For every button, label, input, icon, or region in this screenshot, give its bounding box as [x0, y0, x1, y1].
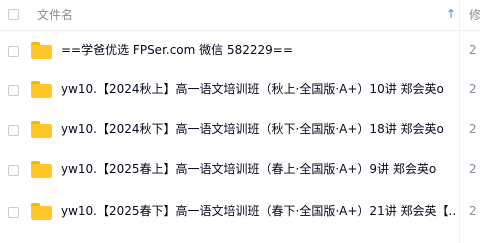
select-all-checkbox[interactable] — [8, 9, 19, 20]
file-row[interactable]: yw10.【2024秋下】高一语文培训班（秋下·全国版·A+）18讲 郑会英o … — [0, 110, 480, 149]
file-name[interactable]: yw10.【2025春上】高一语文培训班（春上·全国版·A+）9讲 郑会英o — [61, 161, 436, 178]
column-header-filename[interactable]: 文件名 — [37, 7, 73, 23]
file-modified: 2 — [469, 43, 477, 57]
file-row[interactable]: yw10.【2024秋上】高一语文培训班（秋上·全国版·A+）10讲 郑会英o … — [0, 70, 480, 109]
file-modified: 2 — [469, 204, 477, 218]
file-row[interactable]: yw10.【2025春下】高一语文培训班（春下·全国版·A+）21讲 郑会英【.… — [0, 192, 480, 231]
row-checkbox[interactable] — [8, 46, 19, 57]
file-name[interactable]: ==学爸优选 FPSer.com 微信 582229== — [61, 42, 293, 59]
file-modified: 2 — [469, 122, 477, 136]
file-modified: 2 — [469, 82, 477, 96]
folder-icon — [31, 121, 52, 138]
row-checkbox[interactable] — [8, 207, 19, 218]
row-checkbox[interactable] — [8, 125, 19, 136]
file-row[interactable]: ==学爸优选 FPSer.com 微信 582229== 2 — [0, 31, 480, 70]
row-checkbox[interactable] — [8, 165, 19, 176]
file-modified: 2 — [469, 162, 477, 176]
folder-icon — [31, 161, 52, 178]
folder-icon — [31, 203, 52, 220]
file-row[interactable]: yw10.【2025春上】高一语文培训班（春上·全国版·A+）9讲 郑会英o 2 — [0, 150, 480, 189]
column-header-modified[interactable]: 修 — [469, 7, 480, 23]
file-name[interactable]: yw10.【2024秋下】高一语文培训班（秋下·全国版·A+）18讲 郑会英o — [61, 121, 444, 138]
file-list-header: 文件名 ↑ 修 — [0, 0, 480, 31]
folder-icon — [31, 42, 52, 59]
arrow-up-icon[interactable]: ↑ — [446, 6, 456, 22]
file-name[interactable]: yw10.【2025春下】高一语文培训班（春下·全国版·A+）21讲 郑会英【.… — [61, 203, 456, 220]
folder-icon — [31, 81, 52, 98]
file-name[interactable]: yw10.【2024秋上】高一语文培训班（秋上·全国版·A+）10讲 郑会英o — [61, 81, 444, 98]
row-checkbox[interactable] — [8, 85, 19, 96]
